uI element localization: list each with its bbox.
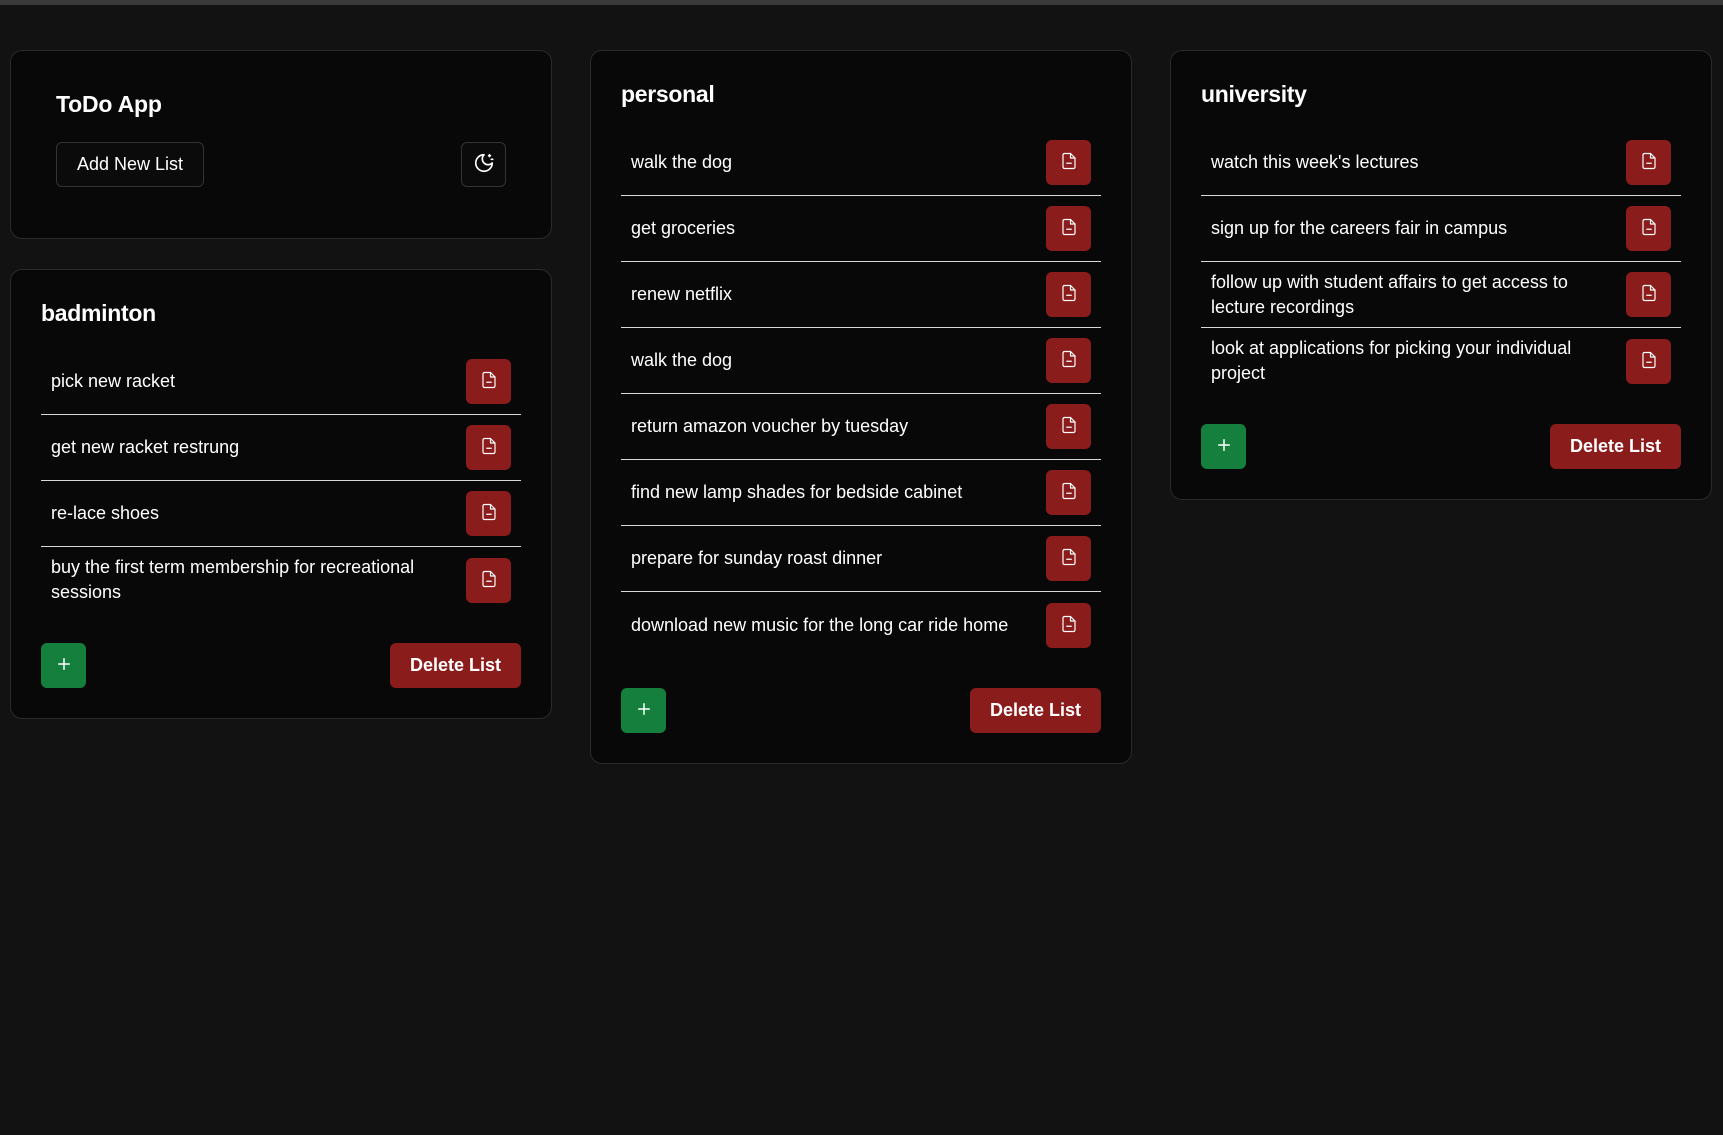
file-minus-icon bbox=[1060, 218, 1078, 239]
item-text: walk the dog bbox=[631, 350, 733, 370]
file-minus-icon bbox=[1060, 548, 1078, 569]
delete-item-button[interactable] bbox=[1046, 140, 1091, 185]
delete-item-button[interactable] bbox=[1626, 206, 1671, 251]
item-text: get groceries bbox=[631, 218, 736, 238]
list-item: buy the first term membership for recrea… bbox=[41, 547, 521, 613]
list-items: watch this week's lectures sign up for t… bbox=[1201, 130, 1681, 394]
item-text: sign up for the careers fair in campus bbox=[1211, 218, 1508, 238]
delete-item-button[interactable] bbox=[1626, 140, 1671, 185]
delete-item-button[interactable] bbox=[1626, 338, 1671, 384]
add-item-button[interactable] bbox=[621, 688, 666, 733]
todo-board: ToDo App Add New List badminton pick new… bbox=[0, 0, 1723, 1135]
delete-item-button[interactable] bbox=[1046, 206, 1091, 251]
file-minus-icon bbox=[480, 503, 498, 524]
header-actions: Add New List bbox=[56, 142, 506, 187]
item-text: pick new racket bbox=[51, 371, 176, 391]
add-item-button[interactable] bbox=[41, 643, 86, 688]
list-item: follow up with student affairs to get ac… bbox=[1201, 262, 1681, 328]
list-items: walk the dog get groceries renew netflix bbox=[621, 130, 1101, 658]
list-item: renew netflix bbox=[621, 262, 1101, 328]
delete-item-button[interactable] bbox=[466, 557, 511, 603]
item-text: renew netflix bbox=[631, 284, 733, 304]
list-item: pick new racket bbox=[41, 349, 521, 415]
list-item: sign up for the careers fair in campus bbox=[1201, 196, 1681, 262]
delete-list-button[interactable]: Delete List bbox=[389, 643, 521, 688]
theme-toggle-button[interactable] bbox=[461, 142, 506, 187]
delete-item-button[interactable] bbox=[466, 359, 511, 404]
file-minus-icon bbox=[1640, 351, 1658, 372]
add-new-list-button[interactable]: Add New List bbox=[56, 142, 205, 187]
list-item: get groceries bbox=[621, 196, 1101, 262]
file-minus-icon bbox=[480, 570, 498, 591]
delete-item-button[interactable] bbox=[1046, 338, 1091, 383]
plus-icon bbox=[635, 700, 653, 721]
list-card-badminton: badminton pick new racket get new racket… bbox=[10, 269, 552, 719]
delete-item-button[interactable] bbox=[1046, 536, 1091, 581]
file-minus-icon bbox=[1640, 284, 1658, 305]
column-2: personal walk the dog get groceries rene… bbox=[590, 50, 1132, 794]
column-1: ToDo App Add New List badminton pick new… bbox=[10, 50, 552, 749]
list-footer: Delete List bbox=[41, 643, 521, 688]
item-text: look at applications for picking your in… bbox=[1211, 338, 1572, 383]
file-minus-icon bbox=[1060, 416, 1078, 437]
item-text: buy the first term membership for recrea… bbox=[51, 557, 415, 602]
file-minus-icon bbox=[1060, 482, 1078, 503]
item-text: follow up with student affairs to get ac… bbox=[1211, 271, 1568, 317]
list-item: look at applications for picking your in… bbox=[1201, 328, 1681, 394]
delete-item-button[interactable] bbox=[466, 491, 511, 536]
file-minus-icon bbox=[480, 437, 498, 458]
file-minus-icon bbox=[480, 371, 498, 392]
list-card-university: university watch this week's lectures si… bbox=[1170, 50, 1712, 500]
list-footer: Delete List bbox=[621, 688, 1101, 733]
delete-list-button[interactable]: Delete List bbox=[1549, 424, 1681, 469]
item-text: prepare for sunday roast dinner bbox=[631, 548, 883, 568]
list-footer: Delete List bbox=[1201, 424, 1681, 469]
file-minus-icon bbox=[1060, 284, 1078, 305]
plus-icon bbox=[55, 655, 73, 676]
list-item: find new lamp shades for bedside cabinet bbox=[621, 460, 1101, 526]
moon-stars-icon bbox=[473, 152, 495, 177]
add-item-button[interactable] bbox=[1201, 424, 1246, 469]
list-title: personal bbox=[621, 81, 715, 107]
list-item: prepare for sunday roast dinner bbox=[621, 526, 1101, 592]
item-text: watch this week's lectures bbox=[1211, 152, 1419, 172]
delete-item-button[interactable] bbox=[1046, 404, 1091, 449]
delete-list-button[interactable]: Delete List bbox=[969, 688, 1101, 733]
item-text: return amazon voucher by tuesday bbox=[631, 416, 909, 436]
item-text: find new lamp shades for bedside cabinet bbox=[631, 482, 963, 502]
delete-item-button[interactable] bbox=[1046, 470, 1091, 515]
delete-item-button[interactable] bbox=[1046, 272, 1091, 317]
file-minus-icon bbox=[1640, 152, 1658, 173]
item-text: walk the dog bbox=[631, 152, 733, 172]
app-header-card: ToDo App Add New List bbox=[10, 50, 552, 239]
list-title: badminton bbox=[41, 300, 156, 326]
file-minus-icon bbox=[1060, 152, 1078, 173]
column-3: university watch this week's lectures si… bbox=[1170, 50, 1712, 530]
list-item: download new music for the long car ride… bbox=[621, 592, 1101, 658]
plus-icon bbox=[1215, 436, 1233, 457]
list-card-personal: personal walk the dog get groceries rene… bbox=[590, 50, 1132, 764]
list-item: watch this week's lectures bbox=[1201, 130, 1681, 196]
item-text: download new music for the long car ride… bbox=[631, 614, 1009, 635]
delete-item-button[interactable] bbox=[466, 425, 511, 470]
app-title: ToDo App bbox=[56, 91, 162, 117]
list-items: pick new racket get new racket restrung … bbox=[41, 349, 521, 613]
delete-item-button[interactable] bbox=[1046, 602, 1091, 648]
list-title: university bbox=[1201, 81, 1307, 107]
list-item: return amazon voucher by tuesday bbox=[621, 394, 1101, 460]
file-minus-icon bbox=[1060, 615, 1078, 636]
list-item: walk the dog bbox=[621, 130, 1101, 196]
list-item: get new racket restrung bbox=[41, 415, 521, 481]
file-minus-icon bbox=[1640, 218, 1658, 239]
list-item: walk the dog bbox=[621, 328, 1101, 394]
item-text: re-lace shoes bbox=[51, 503, 160, 523]
item-text: get new racket restrung bbox=[51, 437, 240, 457]
file-minus-icon bbox=[1060, 350, 1078, 371]
list-item: re-lace shoes bbox=[41, 481, 521, 547]
delete-item-button[interactable] bbox=[1626, 272, 1671, 317]
